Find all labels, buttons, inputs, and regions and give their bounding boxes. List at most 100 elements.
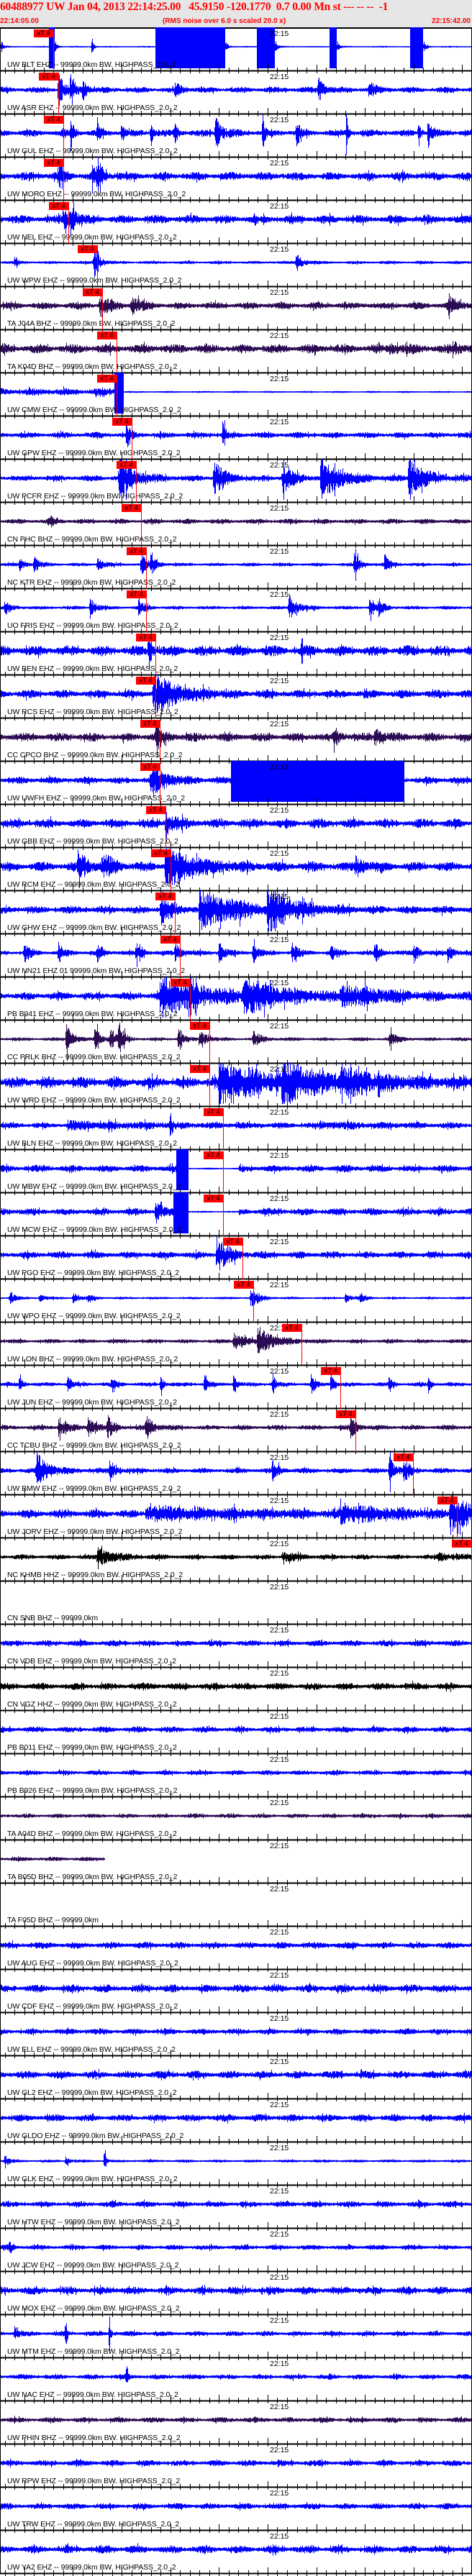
pick-marker[interactable]: xT 4	[204, 1151, 223, 1159]
pick-line	[223, 1151, 224, 1193]
station-label: UW MOX EHZ -- 99999.0km BW. HIGHPASS_2.0…	[7, 2304, 180, 2313]
pick-line	[242, 1238, 243, 1279]
pick-marker[interactable]: xT 4	[204, 1108, 223, 1116]
time-mark-label: 22:15	[270, 1712, 289, 1721]
trace-row: 22:15 UW MBW EHZ -- 99999.0km BW. HIGHPAS…	[0, 1149, 472, 1195]
pick-line	[340, 1367, 341, 1409]
trace-row: 22:15 UW MTM EHZ -- 99999.0km BW. HIGHPAS…	[0, 2314, 472, 2360]
time-mark-label: 22:15	[270, 332, 289, 340]
pick-marker[interactable]: xT 4	[204, 1195, 223, 1202]
pick-marker[interactable]: xT 4	[127, 590, 146, 598]
pick-marker[interactable]: xT 4	[146, 806, 165, 814]
pick-line	[68, 202, 69, 244]
station-label: UW CDF EHZ -- 99999.0km BW. HIGHPASS_2.0…	[7, 2002, 178, 2011]
time-mark-label: 22:15	[270, 1669, 289, 1678]
pick-marker[interactable]: xT 4	[151, 849, 171, 857]
pick-marker[interactable]: xT 4	[155, 892, 175, 900]
time-mark-label: 22:15	[270, 677, 289, 685]
time-mark-label: 22:15	[270, 634, 289, 642]
trace-row: 22:15 UW MOX EHZ -- 99999.0km BW. HIGHPAS…	[0, 2271, 472, 2317]
trace-row: 22:15 CN VGZ HHZ -- 99999.0km BW. HIGHPAS…	[0, 1667, 472, 1713]
trace-row: 22:15 UW GHW EHZ -- 99999.0km BW. HIGHPAS…	[0, 890, 472, 936]
pick-marker[interactable]: xT 4	[140, 763, 160, 771]
station-label: UW JORV EHZ -- 99999.0km BW. HIGHPASS_2.…	[7, 1527, 183, 1536]
trace-row: 22:15 UW BLN EHZ -- 99999.0km BW. HIGHPAS…	[0, 1106, 472, 1152]
pick-marker[interactable]: xT 4	[122, 504, 141, 512]
pick-marker[interactable]: xT 4	[171, 979, 190, 987]
pick-line	[253, 1281, 254, 1323]
pick-marker[interactable]: xT 4	[282, 1324, 301, 1332]
station-label: UW RPW EHZ -- 99999.0km BW. HIGHPASS_2.0…	[7, 2477, 181, 2485]
pick-marker[interactable]: xT 4	[49, 202, 68, 210]
waveform-trace	[1, 2366, 471, 2383]
waveform-trace	[1, 1413, 471, 1441]
station-label: UW LON BHZ -- 99999.0km BW. HIGHPASS_2.0…	[7, 1355, 178, 1364]
pick-line	[180, 936, 181, 977]
waveform-trace	[1, 2543, 471, 2556]
pick-line	[355, 1410, 356, 1452]
trace-row: 22:15 UW WRD EHZ -- 99999.0km BW. HIGHPAS…	[0, 1063, 472, 1109]
pick-marker[interactable]: xT 4	[223, 1238, 242, 1246]
time-mark-label: 22:15	[270, 2057, 289, 2066]
trace-row: 22:15 UW HTW EHZ -- 99999.0km BW. HIGHPAS…	[0, 2185, 472, 2231]
pick-marker[interactable]: xT 4	[112, 418, 132, 426]
pick-marker[interactable]: xT 4	[44, 159, 63, 167]
station-label: CC TCBU BHZ -- 99999.0km BW. HIGHPASS_2.…	[7, 1441, 181, 1450]
station-label: UW WPW EHZ -- 99999.0km BW. HIGHPASS_2.0…	[7, 276, 182, 285]
pick-line	[146, 590, 147, 632]
pick-line	[155, 677, 156, 718]
time-mark-label: 22:15	[270, 2446, 289, 2454]
waveform-trace	[1, 1768, 471, 1776]
pick-marker[interactable]: xT 4	[190, 1065, 209, 1073]
pick-marker[interactable]: xT 4	[140, 720, 160, 728]
trace-row: 22:15 NC KHMB HHZ -- 99999.0km BW. HIGHPA…	[0, 1538, 472, 1584]
station-label: UW GHW EHZ -- 99999.0km BW. HIGHPASS_2.0…	[7, 923, 181, 932]
time-mark-label: 22:15	[270, 1842, 289, 1850]
time-mark-label: 22:15	[270, 1928, 289, 1937]
pick-marker[interactable]: xT 4	[452, 1540, 471, 1548]
pick-line	[223, 1108, 224, 1150]
pick-marker[interactable]: xT 4	[190, 1022, 209, 1030]
time-mark-label: 22:15	[270, 2101, 289, 2109]
pick-line	[457, 1497, 458, 1538]
time-mark-label: 22:15	[270, 2403, 289, 2411]
pick-marker[interactable]: xT 4	[136, 634, 155, 641]
pick-line	[301, 1324, 302, 1366]
pick-line	[209, 1065, 210, 1107]
pick-marker[interactable]: xT 4	[97, 332, 117, 339]
pick-marker[interactable]: xT 4	[97, 375, 117, 383]
waveform-trace	[1, 2112, 471, 2124]
trace-row: 22:15 UW UWFH EHZ -- 99999.0km BW. HIGHPA…	[0, 761, 472, 807]
pick-marker[interactable]: xT 4	[336, 1410, 355, 1418]
pick-marker[interactable]: xT 4	[39, 73, 58, 81]
time-mark-label: 22:15	[270, 1971, 289, 1980]
pick-marker[interactable]: xT 4	[136, 677, 155, 685]
pick-marker[interactable]: xT 4	[437, 1497, 457, 1504]
time-mark-label: 22:15	[270, 1799, 289, 1807]
waveform-trace	[1, 1812, 471, 1819]
station-label: UW GUL EHZ -- 99999.0km BW. HIGHPASS_2.0…	[7, 147, 178, 155]
time-mark-label: 22:15	[270, 2489, 289, 2498]
trace-row: 22:15 UO FRIS EHZ -- 99999.0km BW. HIGHPA…	[0, 588, 472, 634]
trace-row: 22:15 UW CMW EHZ -- 99999.0km BW. HIGHPAS…	[0, 373, 472, 419]
pick-marker[interactable]: xT 4	[34, 29, 53, 37]
pick-line	[165, 806, 166, 848]
pick-marker[interactable]: xT 4	[321, 1367, 340, 1375]
pick-marker[interactable]: xT 4	[160, 936, 180, 944]
station-label: UW NN21 EHZ 01 99999.0km BW. HIGHPASS_2.…	[7, 967, 186, 975]
station-label: TA A04D BHZ -- 99999.0km BW. HIGHPASS_2.…	[7, 1830, 177, 1838]
station-label: UW PHIN BHZ -- 99999.0km BW. HIGHPASS_2.…	[7, 2434, 181, 2442]
time-mark-label: 22:15	[270, 2532, 289, 2541]
pick-marker[interactable]: xT 4	[117, 461, 136, 469]
pick-marker[interactable]: xT 4	[44, 116, 63, 124]
pick-marker[interactable]: xT 4	[394, 1453, 413, 1461]
trace-row: 22:15 CN SNB BHZ -- 99999.0km	[0, 1581, 472, 1627]
trace-row: 22:15 UW RCS EHZ -- 99999.0km BW. HIGHPAS…	[0, 675, 472, 721]
time-mark-label: 22:15	[270, 1022, 289, 1031]
pick-marker[interactable]: xT 4	[83, 288, 102, 296]
pick-marker[interactable]: xT 4	[127, 547, 146, 555]
time-mark-label: 22:15	[270, 1755, 289, 1764]
trace-row: 22:15 UW JCW EHZ -- 99999.0km BW. HIGHPAS…	[0, 2228, 472, 2274]
pick-marker[interactable]: xT 4	[234, 1281, 253, 1289]
pick-marker[interactable]: xT 4	[78, 245, 97, 253]
